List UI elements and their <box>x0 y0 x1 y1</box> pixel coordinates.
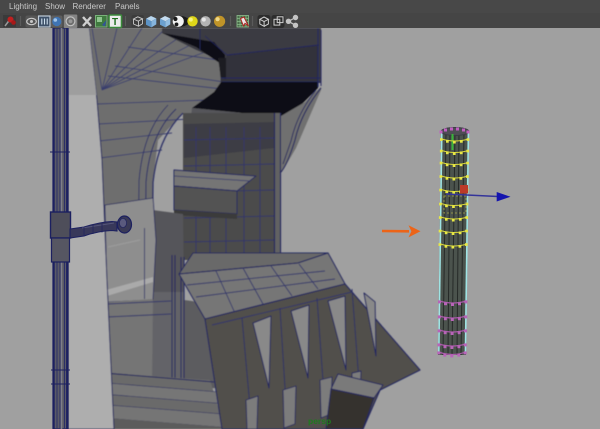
svg-text:Show: Show <box>45 2 65 11</box>
svg-text:persp: persp <box>308 416 331 426</box>
svg-text:Renderer: Renderer <box>73 2 107 11</box>
svg-text:Lighting: Lighting <box>9 2 37 11</box>
svg-text:T: T <box>112 17 118 28</box>
svg-text:Panels: Panels <box>115 2 139 11</box>
